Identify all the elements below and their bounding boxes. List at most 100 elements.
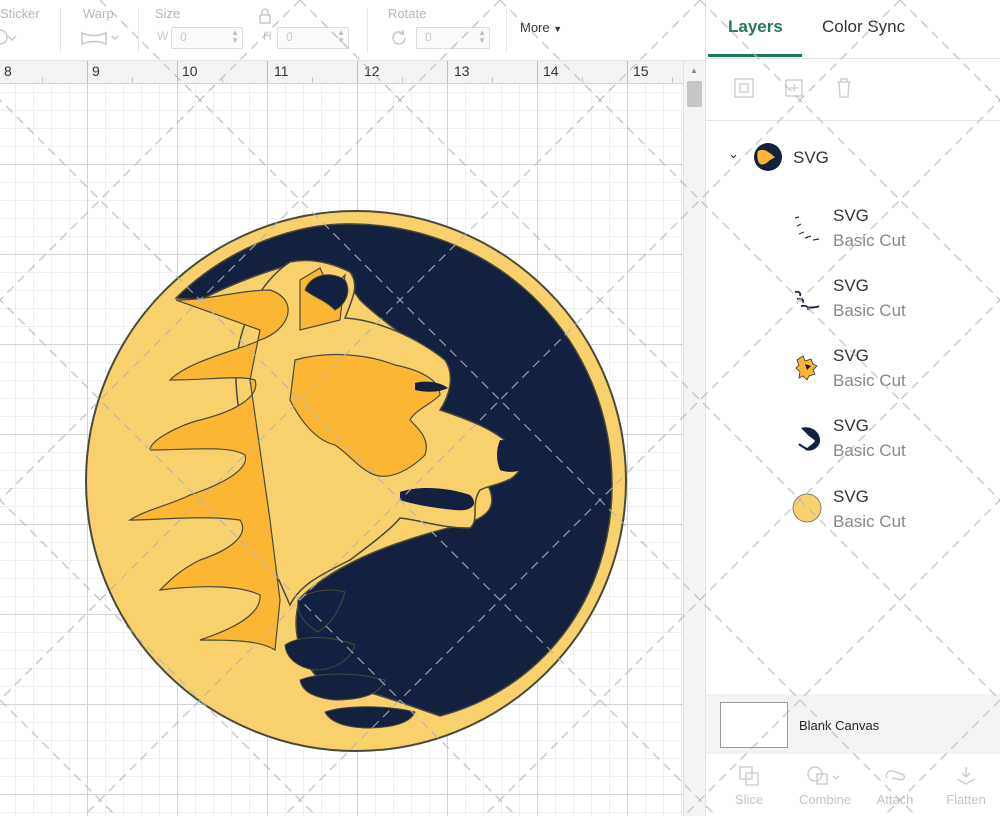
ruler-minor-tick (582, 77, 583, 83)
rotate-icon[interactable] (388, 27, 410, 49)
scroll-up-arrow-icon[interactable]: ▲ (690, 66, 698, 75)
duplicate-icon[interactable] (780, 74, 808, 102)
height-input[interactable]: 0 ▲ ▼ (277, 27, 349, 49)
sticker-label: Sticker (0, 6, 40, 21)
dark-outline-strokes-thumbnail-icon (794, 216, 820, 241)
ruler-number: 8 (4, 63, 12, 79)
ruler-minor-tick (672, 77, 673, 83)
ruler-minor-tick (312, 77, 313, 83)
ruler-tick (447, 61, 448, 83)
attach-label: Attach (876, 792, 914, 807)
layer-type: Basic Cut (833, 231, 906, 250)
toolbar-divider (60, 8, 61, 52)
layer-row[interactable]: SVG Basic Cut (706, 408, 1000, 468)
warp-label: Warp (83, 6, 114, 21)
layer-name: SVG (833, 206, 869, 225)
ruler-number: 9 (92, 63, 100, 79)
ruler-number: 15 (633, 63, 649, 79)
layer-name: SVG (833, 346, 869, 365)
layer-row[interactable]: SVG Basic Cut (706, 478, 1000, 538)
ruler-minor-tick (222, 77, 223, 83)
ruler-minor-tick (492, 77, 493, 83)
lion-logo[interactable] (0, 84, 683, 816)
scrollbar-thumb[interactable] (687, 81, 702, 107)
flatten-label: Flatten (946, 792, 986, 807)
width-stepper-icon[interactable]: ▲ ▼ (231, 29, 239, 45)
rotate-stepper-icon[interactable]: ▲ ▼ (478, 29, 486, 45)
horizontal-ruler: 8 9 10 11 12 13 14 15 (0, 61, 683, 84)
canvas-vertical-scrollbar[interactable]: ▲ (683, 61, 706, 816)
combine-label: Combine (798, 792, 852, 807)
height-stepper-icon[interactable]: ▲ ▼ (337, 29, 345, 45)
ruler-minor-tick (42, 77, 43, 83)
ruler-minor-tick (132, 77, 133, 83)
ruler-tick (267, 61, 268, 83)
delete-icon[interactable] (830, 74, 858, 102)
toolbar-divider (506, 8, 507, 52)
lock-icon[interactable] (258, 8, 272, 24)
ruler-tick (177, 61, 178, 83)
layer-name: SVG (833, 276, 869, 295)
active-tab-indicator (708, 54, 802, 57)
layer-row[interactable]: SVG Basic Cut (706, 268, 1000, 328)
ruler-tick (627, 61, 628, 83)
flatten-icon (956, 767, 976, 785)
dark-claw-strokes-thumbnail-icon (794, 290, 820, 311)
warp-icon[interactable] (80, 29, 122, 47)
ruler-tick (87, 61, 88, 83)
sticker-group[interactable]: Sticker (0, 0, 58, 60)
lion-logo-thumbnail-icon (754, 143, 782, 171)
ruler-number: 12 (364, 63, 380, 79)
ruler-number: 13 (454, 63, 470, 79)
navy-crescent-thumbnail-icon (798, 427, 821, 451)
yellow-circle-thumbnail-icon (792, 493, 822, 523)
combine-button[interactable]: Combine (790, 760, 860, 816)
height-value: 0 (286, 30, 293, 44)
toolbar-divider (367, 8, 368, 52)
ruler-number: 14 (543, 63, 559, 79)
rotate-label: Rotate (388, 6, 427, 21)
more-label: More (520, 20, 550, 35)
ruler-number: 10 (182, 63, 198, 79)
rotate-input[interactable]: 0 ▲ ▼ (416, 27, 490, 49)
width-input[interactable]: 0 ▲ ▼ (171, 27, 243, 49)
ruler-tick (537, 61, 538, 83)
blank-canvas-label: Blank Canvas (799, 718, 880, 733)
chevron-down-icon[interactable]: ⌄ (728, 146, 739, 162)
ruler-minor-tick (402, 77, 403, 83)
flatten-button[interactable]: Flatten (931, 760, 1000, 816)
divider (706, 120, 1000, 121)
layer-type: Basic Cut (833, 371, 906, 390)
design-canvas[interactable] (0, 84, 683, 816)
tab-layers[interactable]: Layers (728, 17, 783, 37)
slice-button[interactable]: Slice (714, 760, 784, 816)
attach-button[interactable]: Attach (860, 760, 930, 816)
layer-name: SVG (833, 487, 869, 506)
layer-type: Basic Cut (833, 301, 906, 320)
more-button[interactable]: More ▼ (520, 20, 562, 35)
tab-color-sync[interactable]: Color Sync (822, 17, 905, 37)
warp-group[interactable]: Warp (80, 0, 140, 60)
rotate-value: 0 (425, 30, 432, 44)
toolbar-divider (138, 8, 139, 52)
attach-icon (885, 770, 905, 781)
layers-panel: Layers Color Sync ⌄ SVG SVG Basic Cut SV… (705, 0, 1000, 816)
blank-canvas-row[interactable]: Blank Canvas (706, 694, 1000, 754)
top-toolbar: Sticker Warp Size W 0 ▲ ▼ H 0 ▲ ▼ Rotate 0… (0, 0, 705, 61)
size-h-label: H (263, 29, 272, 43)
rotate-group: Rotate 0 ▲ ▼ (386, 0, 506, 60)
layer-type: Basic Cut (833, 441, 906, 460)
size-label: Size (155, 6, 181, 21)
layer-group-row[interactable]: ⌄ SVG (706, 128, 1000, 188)
yellow-mane-thumbnail-icon (795, 355, 818, 381)
size-group: Size W 0 ▲ ▼ H 0 ▲ ▼ (155, 0, 365, 60)
slice-label: Slice (734, 792, 764, 807)
sticker-icon[interactable] (0, 28, 22, 46)
layer-group-name: SVG (793, 148, 829, 167)
group-icon[interactable] (730, 74, 758, 102)
layer-row[interactable]: SVG Basic Cut (706, 338, 1000, 398)
blank-canvas-swatch[interactable] (720, 702, 788, 748)
width-value: 0 (180, 30, 187, 44)
layer-row[interactable]: SVG Basic Cut (706, 198, 1000, 258)
caret-down-icon: ▼ (553, 24, 563, 34)
